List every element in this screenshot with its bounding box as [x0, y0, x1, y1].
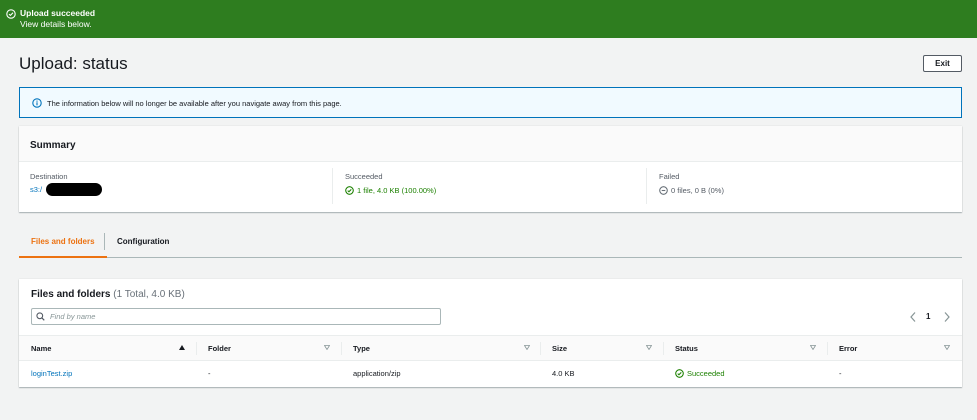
summary-card: Summary Destination s3:/ Succeeded 1 fil…: [19, 126, 962, 212]
info-text: The information below will no longer be …: [47, 99, 342, 108]
files-title: Files and folders (1 Total, 4.0 KB): [31, 289, 185, 300]
column-separator: [540, 342, 541, 355]
files-count: (1 Total, 4.0 KB): [113, 289, 185, 300]
info-alert: The information below will no longer be …: [19, 87, 962, 118]
search-icon: [36, 312, 45, 321]
exit-button[interactable]: Exit: [923, 55, 962, 72]
tab-files-and-folders[interactable]: Files and folders: [19, 226, 107, 258]
column-label: Folder: [208, 343, 231, 353]
file-name-link[interactable]: loginTest.zip: [31, 361, 72, 385]
sort-ascending-icon[interactable]: [179, 345, 185, 350]
page-number[interactable]: 1: [926, 312, 930, 321]
column-header-name[interactable]: Name: [31, 336, 191, 360]
page-title: Upload: status: [19, 54, 128, 73]
column-separator: [196, 342, 197, 355]
cell-folder: -: [208, 368, 211, 378]
column-header-type[interactable]: Type: [353, 336, 537, 360]
failed-value: 0 files, 0 B (0%): [659, 186, 724, 195]
column-separator: [827, 342, 828, 355]
destination-value: s3:/: [30, 183, 103, 196]
column-header-folder[interactable]: Folder: [208, 336, 333, 360]
banner-subtitle: View details below.: [20, 19, 92, 29]
column-label: Size: [552, 343, 568, 353]
sort-icon[interactable]: [324, 345, 330, 350]
cell-size: 4.0 KB: [552, 368, 575, 378]
info-icon: [32, 98, 42, 108]
banner-title: Upload succeeded: [20, 8, 96, 18]
succeeded-label: Succeeded: [345, 172, 383, 181]
column-separator: [663, 342, 664, 355]
redacted-bucket: [46, 183, 103, 196]
column-header-error[interactable]: Error: [839, 336, 952, 360]
check-circle-icon: [675, 368, 684, 378]
column-header-status[interactable]: Status: [675, 336, 823, 360]
succeeded-text: 1 file, 4.0 KB (100.00%): [357, 186, 437, 195]
success-banner: Upload succeeded View details below.: [0, 0, 977, 38]
search-input[interactable]: [31, 308, 441, 325]
failed-text: 0 files, 0 B (0%): [671, 186, 724, 195]
chevron-right-icon[interactable]: [943, 311, 951, 323]
failed-label: Failed: [659, 172, 680, 181]
table-header: Name Folder Type Size Status Error: [19, 335, 962, 361]
check-circle-icon: [345, 186, 354, 195]
succeeded-value: 1 file, 4.0 KB (100.00%): [345, 186, 436, 195]
column-label: Name: [31, 343, 52, 353]
summary-divider: [646, 168, 647, 204]
status-text: Succeeded: [687, 368, 725, 378]
cell-type: application/zip: [353, 368, 401, 378]
sort-icon[interactable]: [810, 345, 816, 350]
tab-configuration[interactable]: Configuration: [105, 226, 181, 257]
files-title-text: Files and folders: [31, 289, 111, 300]
summary-header: Summary: [19, 126, 962, 162]
sort-icon[interactable]: [524, 345, 530, 350]
destination-label: Destination: [30, 172, 68, 181]
cell-status: Succeeded: [675, 361, 725, 385]
summary-title: Summary: [30, 140, 76, 151]
destination-link[interactable]: s3:/: [30, 185, 42, 194]
files-card: Files and folders (1 Total, 4.0 KB) 1 Na…: [19, 279, 962, 387]
table-row: loginTest.zip - application/zip 4.0 KB S…: [19, 361, 962, 385]
column-label: Type: [353, 343, 370, 353]
sort-icon[interactable]: [646, 345, 652, 350]
column-separator: [341, 342, 342, 355]
sort-icon[interactable]: [944, 345, 950, 350]
pagination: 1: [909, 311, 953, 323]
summary-divider: [332, 168, 333, 204]
minus-circle-icon: [659, 186, 668, 195]
column-label: Status: [675, 343, 698, 353]
cell-error: -: [839, 368, 842, 378]
tab-bar: Files and folders Configuration: [19, 226, 962, 258]
check-circle-icon: [6, 9, 16, 19]
chevron-left-icon[interactable]: [909, 311, 917, 323]
column-label: Error: [839, 343, 858, 353]
column-header-size[interactable]: Size: [552, 336, 660, 360]
